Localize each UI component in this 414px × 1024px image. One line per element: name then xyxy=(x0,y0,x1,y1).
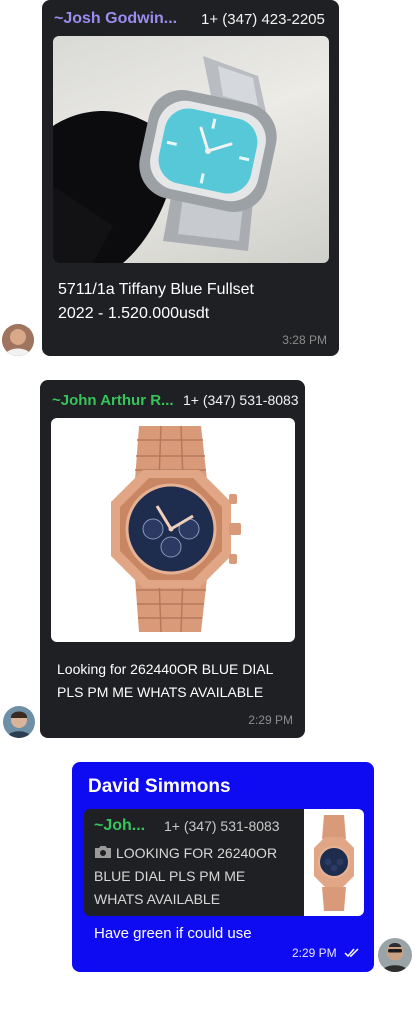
avatar-john[interactable] xyxy=(3,706,35,738)
quoted-watch-image xyxy=(314,815,354,911)
quoted-line: WHATS AVAILABLE xyxy=(94,891,221,907)
avatar-david[interactable] xyxy=(378,938,412,972)
message-bubble-john[interactable]: ~John Arthur R... 1+ (347) 531-8083 Look… xyxy=(40,380,305,738)
message-line: 2022 - 1.520.000usdt xyxy=(58,305,210,322)
quoted-phone: 1+ (347) 531-8083 xyxy=(164,818,280,834)
quoted-line: LOOKING FOR 26240OR xyxy=(94,842,304,865)
quoted-line: BLUE DIAL PLS PM ME xyxy=(94,868,246,884)
reply-time: 2:29 PM xyxy=(291,946,337,960)
watch-photo-tiffany[interactable] xyxy=(53,36,329,263)
camera-icon xyxy=(95,846,111,858)
sender-name[interactable]: ~John Arthur R... xyxy=(52,392,174,409)
sender-phone[interactable]: 1+ (347) 423-2205 xyxy=(201,11,325,28)
sender-phone[interactable]: 1+ (347) 531-8083 xyxy=(183,392,299,408)
avatar-photo xyxy=(3,706,35,738)
quoted-sender: ~Joh... xyxy=(94,817,146,834)
message-line: 5711/1a Tiffany Blue Fullset xyxy=(58,281,254,298)
message-line: Looking for 262440OR BLUE DIAL xyxy=(57,661,274,677)
message-line: PLS PM ME WHATS AVAILABLE xyxy=(57,684,264,700)
message-text: Looking for 262440OR BLUE DIAL PLS PM ME… xyxy=(57,658,297,704)
reply-author[interactable]: David Simmons xyxy=(88,776,231,798)
reply-bubble[interactable]: David Simmons ~Joh... 1+ (347) 531-8083 … xyxy=(72,762,374,972)
quoted-message[interactable]: ~Joh... 1+ (347) 531-8083 LOOKING FOR 26… xyxy=(84,809,364,916)
message-time: 3:28 PM xyxy=(282,333,327,347)
message-bubble-josh[interactable]: ~Josh Godwin... 1+ (347) 423-2205 5711/1… xyxy=(42,0,339,356)
watch-photo-royal-oak[interactable] xyxy=(51,418,295,642)
message-text: 5711/1a Tiffany Blue Fullset 2022 - 1.52… xyxy=(58,278,328,326)
sender-name[interactable]: ~Josh Godwin... xyxy=(54,10,177,28)
reply-text: Have green if could use xyxy=(94,925,252,942)
quoted-text: LOOKING FOR 26240OR BLUE DIAL PLS PM ME … xyxy=(94,842,304,911)
watch-image-tiffany xyxy=(53,56,277,263)
message-time: 2:29 PM xyxy=(248,713,293,727)
avatar-josh[interactable] xyxy=(2,324,34,356)
quoted-thumbnail xyxy=(304,809,364,916)
avatar-photo xyxy=(378,938,412,972)
double-check-icon xyxy=(344,948,359,958)
watch-image-royal-oak xyxy=(111,425,241,633)
reply-meta: 2:29 PM xyxy=(292,946,360,960)
avatar-photo xyxy=(2,324,34,356)
quoted-line-text: LOOKING FOR 26240OR xyxy=(116,845,278,861)
